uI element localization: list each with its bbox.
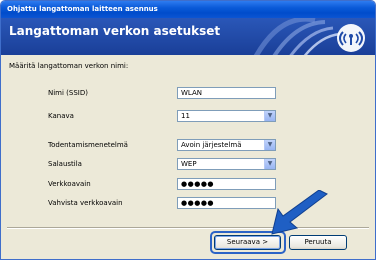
form-prompt: Määritä langattoman verkon nimi:	[9, 62, 129, 70]
wireless-logo-icon	[253, 18, 365, 55]
encryption-value: WEP	[181, 160, 197, 168]
key-input[interactable]: ●●●●●	[177, 178, 276, 190]
encryption-label: Salaustila	[48, 160, 82, 168]
ssid-input[interactable]: WLAN	[177, 87, 276, 99]
confirm-key-value: ●●●●●	[181, 199, 215, 207]
key-label: Verkkoavain	[48, 180, 91, 188]
chevron-down-icon[interactable]: ▼	[264, 111, 275, 121]
pointer-arrow-icon	[271, 190, 328, 235]
chevron-down-icon[interactable]: ▼	[264, 159, 275, 169]
header-banner: Langattoman verkon asetukset	[1, 18, 375, 55]
ssid-label: Nimi (SSID)	[48, 89, 88, 97]
title-bar: Ohjattu langattoman laitteen asennus	[1, 1, 375, 18]
confirm-key-label: Vahvista verkkoavain	[48, 199, 123, 207]
form-panel: Määritä langattoman verkon nimi: Nimi (S…	[1, 55, 375, 259]
confirm-key-input[interactable]: ●●●●●	[177, 197, 276, 209]
channel-select[interactable]: 11 ▼	[177, 110, 276, 122]
banner-title: Langattoman verkon asetukset	[9, 24, 221, 38]
key-value: ●●●●●	[181, 180, 215, 188]
channel-label: Kanava	[48, 112, 74, 120]
auth-select[interactable]: Avoin järjestelmä ▼	[177, 139, 276, 151]
chevron-down-icon[interactable]: ▼	[264, 140, 275, 150]
window-title: Ohjattu langattoman laitteen asennus	[7, 5, 158, 13]
ssid-value: WLAN	[181, 89, 203, 97]
wizard-window: Ohjattu langattoman laitteen asennus Lan…	[0, 0, 376, 260]
auth-value: Avoin järjestelmä	[181, 141, 242, 149]
auth-label: Todentamismenetelmä	[48, 141, 128, 149]
encryption-select[interactable]: WEP ▼	[177, 158, 276, 170]
channel-value: 11	[181, 112, 190, 120]
